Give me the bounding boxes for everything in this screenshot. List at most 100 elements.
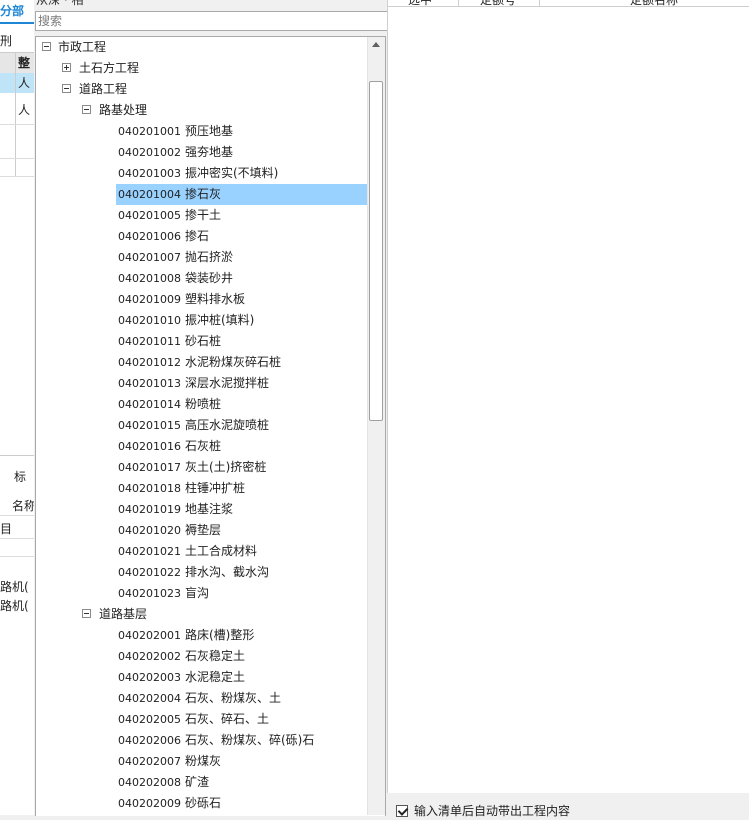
bill-tree: 市政工程 土石方工程 道路工程 路基处理 040201001 预压地基 040201… <box>35 36 386 816</box>
tree-leaf-item[interactable]: 040202004 石灰、粉煤灰、土 <box>116 688 368 709</box>
tree-leaf-item[interactable]: 040201020 褥垫层 <box>116 520 368 541</box>
collapse-icon[interactable] <box>82 105 91 114</box>
scroll-up-button[interactable] <box>368 37 385 54</box>
item-code: 040201022 <box>118 566 181 579</box>
item-code: 040201012 <box>118 356 181 369</box>
tree-leaf-item[interactable]: 040201017 灰土(土)挤密桩 <box>116 457 368 478</box>
tree-leaf-item[interactable]: 040201001 预压地基 <box>116 121 368 142</box>
tree-leaf-item[interactable]: 040201007 抛石挤淤 <box>116 247 368 268</box>
item-code: 040202009 <box>118 797 181 810</box>
tree-leaf-item[interactable]: 040202002 石灰稳定土 <box>116 646 368 667</box>
tree-leaf-item[interactable]: 040201006 掺石 <box>116 226 368 247</box>
item-name: 柱锤冲扩桩 <box>185 481 246 495</box>
item-code: 040202004 <box>118 692 181 705</box>
tree-leaf-item[interactable]: 040201021 土工合成材料 <box>116 541 368 562</box>
item-name: 土工合成材料 <box>185 544 258 558</box>
tree-leaf-item[interactable]: 040201014 粉喷桩 <box>116 394 368 415</box>
left-bottom-row[interactable]: 目 <box>0 520 12 537</box>
tree-leaf-item[interactable]: 040201002 强夯地基 <box>116 142 368 163</box>
scroll-thumb[interactable] <box>369 81 383 421</box>
left-machine-row[interactable]: 路机( <box>0 578 29 595</box>
item-name: 强夯地基 <box>185 145 234 159</box>
auto-content-checkbox[interactable] <box>396 805 409 817</box>
left-header-text: 刑 <box>0 34 13 48</box>
item-code: 040201010 <box>118 314 181 327</box>
tree-leaf-item[interactable]: 040201004 掺石灰 <box>116 184 368 205</box>
tree-leaf-item[interactable]: 040201018 柱锤冲扩桩 <box>116 478 368 499</box>
item-name: 排水沟、截水沟 <box>185 565 270 579</box>
left-table-row-selected[interactable]: 人 <box>0 73 34 93</box>
tree-leaf-item[interactable]: 040201012 水泥粉煤灰碎石桩 <box>116 352 368 373</box>
tree-leaf-item[interactable]: 040202008 矿渣 <box>116 772 368 793</box>
item-name: 袋装砂井 <box>185 271 234 285</box>
item-name: 盲沟 <box>185 586 210 600</box>
item-name: 振冲桩(填料) <box>185 313 255 327</box>
tree-leaf-item[interactable]: 040201009 塑料排水板 <box>116 289 368 310</box>
tree-leaf-item[interactable]: 040201003 振冲密实(不填料) <box>116 163 368 184</box>
left-machine-row[interactable]: 路机( <box>0 597 29 614</box>
tree-node-label: 土石方工程 <box>79 61 140 75</box>
item-code: 040201004 <box>118 188 181 201</box>
tree-leaf-item[interactable]: 040202009 砂砾石 <box>116 793 368 814</box>
left-grid-line <box>0 515 34 516</box>
left-col-header: 整 <box>18 56 31 70</box>
item-code: 040201023 <box>118 587 181 600</box>
tree-leaf-item[interactable]: 040201011 砂石桩 <box>116 331 368 352</box>
tree-node-label: 路基处理 <box>99 103 148 117</box>
left-bottom-tab[interactable]: 标 <box>14 468 26 485</box>
tab-fenbu[interactable]: 分部 <box>0 0 34 24</box>
tree-node-label: 道路基层 <box>99 607 148 621</box>
item-code: 040202006 <box>118 734 181 747</box>
tree-leaf-item[interactable]: 040201023 盲沟 <box>116 583 368 604</box>
left-table-row[interactable]: 人 <box>0 100 34 122</box>
tree-node-label: 道路工程 <box>79 82 128 96</box>
item-name: 石灰、粉煤灰、碎(砾)石 <box>185 733 315 747</box>
tree-leaf-item[interactable]: 040202003 水泥稳定土 <box>116 667 368 688</box>
left-grid-line <box>0 124 34 125</box>
tree-leaf-item[interactable]: 040201010 振冲桩(填料) <box>116 310 368 331</box>
item-code: 040201013 <box>118 377 181 390</box>
item-name: 粉喷桩 <box>185 397 222 411</box>
item-code: 040201001 <box>118 125 181 138</box>
item-code: 040202001 <box>118 629 181 642</box>
expand-icon[interactable] <box>62 63 71 72</box>
left-grid-line <box>0 176 34 177</box>
tree-leaf-item[interactable]: 040201008 袋装砂井 <box>116 268 368 289</box>
tree-leaf-item[interactable]: 040201015 高压水泥旋喷桩 <box>116 415 368 436</box>
item-code: 040201008 <box>118 272 181 285</box>
tree-leaf-item[interactable]: 040202001 路床(槽)整形 <box>116 625 368 646</box>
tree-leaf-item[interactable]: 040201005 掺干土 <box>116 205 368 226</box>
left-row2-cell: 人 <box>18 103 31 117</box>
collapse-icon[interactable] <box>62 84 71 93</box>
item-name: 预压地基 <box>185 124 234 138</box>
item-name: 抛石挤淤 <box>185 250 234 264</box>
tree-leaf-item[interactable]: 040202007 粉煤灰 <box>116 751 368 772</box>
item-name: 深层水泥搅拌桩 <box>185 376 270 390</box>
item-name: 矿渣 <box>185 775 210 789</box>
item-code: 040202005 <box>118 713 181 726</box>
tree-leaf-item[interactable]: 040202005 石灰、碎石、土 <box>116 709 368 730</box>
item-code: 040201021 <box>118 545 181 558</box>
tree-scrollbar[interactable] <box>367 37 385 815</box>
item-code: 040201011 <box>118 335 181 348</box>
tree-leaf-item[interactable]: 040202006 石灰、粉煤灰、碎(砾)石 <box>116 730 368 751</box>
item-name: 石灰稳定土 <box>185 649 246 663</box>
item-code: 040201007 <box>118 251 181 264</box>
tree-leaf-item[interactable]: 040201022 排水沟、截水沟 <box>116 562 368 583</box>
item-name: 灰土(土)挤密桩 <box>185 460 267 474</box>
item-code: 040202003 <box>118 671 181 684</box>
tree-leaf-item[interactable]: 040201013 深层水泥搅拌桩 <box>116 373 368 394</box>
quota-panel: 选中 定额号 定额名称 <box>387 0 749 793</box>
item-code: 040201003 <box>118 167 181 180</box>
item-code: 040201019 <box>118 503 181 516</box>
collapse-icon[interactable] <box>42 42 51 51</box>
collapse-icon[interactable] <box>82 609 91 618</box>
tree-leaf-item[interactable]: 040201019 地基注浆 <box>116 499 368 520</box>
item-name: 掺石 <box>185 229 210 243</box>
left-panel: 分部 刑 整 人 人 标 名称 目 路机( 路机( <box>0 0 34 815</box>
item-code: 040201017 <box>118 461 181 474</box>
item-code: 040201014 <box>118 398 181 411</box>
item-code: 040201020 <box>118 524 181 537</box>
search-input[interactable] <box>35 11 389 31</box>
tree-leaf-item[interactable]: 040201016 石灰桩 <box>116 436 368 457</box>
